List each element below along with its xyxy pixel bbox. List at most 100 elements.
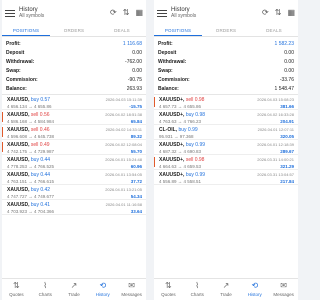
nav-label: Quotes — [161, 292, 176, 297]
hamburger-icon[interactable] — [157, 9, 167, 17]
nav-charts[interactable]: ⌇ Charts — [31, 279, 60, 300]
deal-time: 2026.04.01 11:16:58 — [105, 202, 142, 207]
deal-direction: buy 0.44 — [30, 156, 51, 163]
list-item[interactable]: XAUUSD, buy 0.41 2026.04.01 11:16:58 4 703… — [2, 200, 146, 215]
summary-row: Commission: -33.76 — [158, 75, 294, 84]
tab-orders[interactable]: ORDERS — [202, 26, 250, 36]
deal-time: 2026.04.01 12:18:39 — [257, 142, 294, 147]
tab-deals[interactable]: DEALS — [250, 26, 298, 36]
deal-prices: 4 586.168 → 4 584.984 — [7, 118, 55, 124]
deal-amount: 33.64 — [130, 208, 142, 214]
list-item[interactable]: XAUUSD, sell 0.46 2026.04.02 14:33:11 4 59… — [2, 125, 146, 140]
refresh-icon[interactable]: ⟳ — [110, 9, 117, 17]
nav-trade[interactable]: ↗ Trade — [212, 279, 241, 300]
summary-label: Balance: — [6, 85, 27, 92]
tab-positions[interactable]: POSITIONS — [2, 26, 50, 36]
deal-time: 2026.04.03 15:08:23 — [257, 97, 294, 102]
nav-label: Quotes — [9, 292, 24, 297]
list-item[interactable]: XAUUSD, sell 0.56 2026.04.02 18:51:38 4 58… — [2, 110, 146, 125]
summary-label: Withdrawal: — [158, 58, 187, 65]
deal-amount: 217.84 — [280, 178, 294, 184]
deal-amount: 89.32 — [130, 133, 142, 139]
list-item[interactable]: XAUUSD+, buy 0.99 2026.04.01 12:18:39 4 68… — [154, 140, 298, 155]
nav-label: Charts — [38, 292, 52, 297]
deal-time: 2026.04.01 13:21:05 — [105, 187, 142, 192]
summary-value: -90.75 — [127, 76, 142, 83]
deal-time: 2026.04.02 12:08:04 — [105, 142, 142, 147]
deal-amount: 204.91 — [280, 118, 294, 124]
app-header: History All symbols ⟳ ⇅ ▦ — [2, 0, 146, 26]
deal-prices: 4 687.32 → 4 690.83 — [159, 148, 202, 154]
deal-prices: 4 763.151 → 4 766.615 — [7, 178, 55, 184]
summary-value: -762.00 — [125, 58, 142, 65]
deal-amount: 54.34 — [130, 193, 142, 199]
list-item[interactable]: CL-OIL, buy 0.99 2026.04.01 12:07:11 95.93… — [154, 125, 298, 140]
deal-prices: 4 763.63 → 4 766.23 — [159, 118, 202, 124]
deal-prices: 4 747.727 → 4 749.677 — [7, 193, 55, 199]
summary-value: 0.00 — [284, 49, 294, 56]
nav-trade[interactable]: ↗ Trade — [60, 279, 89, 300]
summary-value: 0.00 — [284, 67, 294, 74]
summary-label: Deposit — [158, 49, 177, 56]
deal-symbol: XAUUSD, — [7, 111, 30, 118]
deal-symbol: XAUUSD+, — [159, 111, 185, 118]
deal-time: 2026.04.02 16:33:28 — [257, 112, 294, 117]
summary-row: Withdrawal: -762.00 — [6, 57, 142, 66]
nav-history[interactable]: ⟲ History — [88, 279, 117, 300]
nav-messages[interactable]: ✉ Messages — [117, 279, 146, 300]
list-item[interactable]: XAUUSD, buy 0.57 2026.04.03 15:11:39 4 656… — [2, 95, 146, 110]
deal-symbol: XAUUSD+, — [159, 171, 185, 178]
nav-quotes[interactable]: ⇅ Quotes — [154, 279, 183, 300]
deal-symbol: XAUUSD, — [7, 96, 30, 103]
deal-symbol: XAUUSD+, — [159, 141, 185, 148]
deal-symbol: XAUUSD, — [7, 126, 30, 133]
list-item[interactable]: XAUUSD, sell 0.49 2026.04.02 12:08:04 4 74… — [2, 140, 146, 155]
calendar-icon[interactable]: ▦ — [287, 9, 295, 17]
sort-icon[interactable]: ⇅ — [275, 9, 282, 17]
deal-symbol: XAUUSD+, — [159, 156, 185, 163]
summary-row: Swap: 0.00 — [6, 66, 142, 75]
list-item[interactable]: XAUUSD, buy 0.44 2026.04.01 15:24:48 4 778… — [2, 155, 146, 170]
refresh-icon[interactable]: ⟳ — [262, 9, 269, 17]
charts-icon: ⌇ — [195, 281, 200, 290]
nav-label: History — [247, 292, 262, 297]
symbol-filter[interactable]: All symbols — [19, 14, 110, 19]
sort-icon[interactable]: ⇅ — [123, 9, 130, 17]
summary-row: Deposit 0.00 — [158, 48, 294, 57]
tab-deals[interactable]: DEALS — [98, 26, 146, 36]
deal-amount: -15.75 — [129, 103, 142, 109]
summary-value: 263.93 — [126, 85, 142, 92]
deal-direction: buy 0.99 — [178, 126, 198, 133]
tab-positions[interactable]: POSITIONS — [154, 26, 202, 36]
list-item[interactable]: XAUUSD+, buy 0.98 2026.04.02 16:33:28 4 76… — [154, 110, 298, 125]
summary-row: Swap: 0.00 — [158, 66, 294, 75]
deal-time: 2026.04.02 18:51:38 — [105, 112, 142, 117]
history-tabs: POSITIONS ORDERS DEALS — [2, 26, 146, 37]
trade-icon: ↗ — [222, 281, 230, 290]
tab-orders[interactable]: ORDERS — [50, 26, 98, 36]
nav-label: History — [95, 292, 110, 297]
account-summary: Profit: 1 116.68 Deposit 0.00 Withdrawal: -76… — [2, 37, 146, 95]
list-item[interactable]: XAUUSD+, buy 0.99 2026.03.31 13:04:57 4 55… — [154, 170, 298, 185]
summary-label: Swap: — [6, 67, 21, 74]
deal-time: 2026.03.31 14:00:21 — [257, 157, 294, 162]
deal-direction: sell 0.98 — [185, 156, 205, 163]
nav-history[interactable]: ⟲ History — [240, 279, 269, 300]
deal-symbol: XAUUSD, — [7, 186, 30, 193]
nav-quotes[interactable]: ⇅ Quotes — [2, 279, 31, 300]
deal-direction: buy 0.98 — [185, 111, 206, 118]
list-item[interactable]: XAUUSD, buy 0.42 2026.04.01 13:21:05 4 747… — [2, 185, 146, 200]
list-item[interactable]: XAUUSD+, sell 0.98 2026.04.03 15:08:23 4 6… — [154, 95, 298, 110]
list-item[interactable]: XAUUSD+, sell 0.98 2026.03.31 14:00:21 4 6… — [154, 155, 298, 170]
summary-row: Balance: 1 548.47 — [158, 84, 294, 93]
symbol-filter[interactable]: All symbols — [171, 14, 262, 19]
list-item[interactable]: XAUUSD, buy 0.44 2026.04.01 13:54:05 4 763… — [2, 170, 146, 185]
deal-amount: 37.72 — [130, 178, 142, 184]
nav-label: Messages — [273, 292, 294, 297]
deal-prices: 4 703.923 → 4 704.366 — [7, 208, 55, 214]
deal-prices: 4 656.134 → 4 655.86 — [7, 103, 52, 109]
nav-charts[interactable]: ⌇ Charts — [183, 279, 212, 300]
calendar-icon[interactable]: ▦ — [135, 9, 143, 17]
nav-messages[interactable]: ✉ Messages — [269, 279, 298, 300]
hamburger-icon[interactable] — [5, 9, 15, 17]
